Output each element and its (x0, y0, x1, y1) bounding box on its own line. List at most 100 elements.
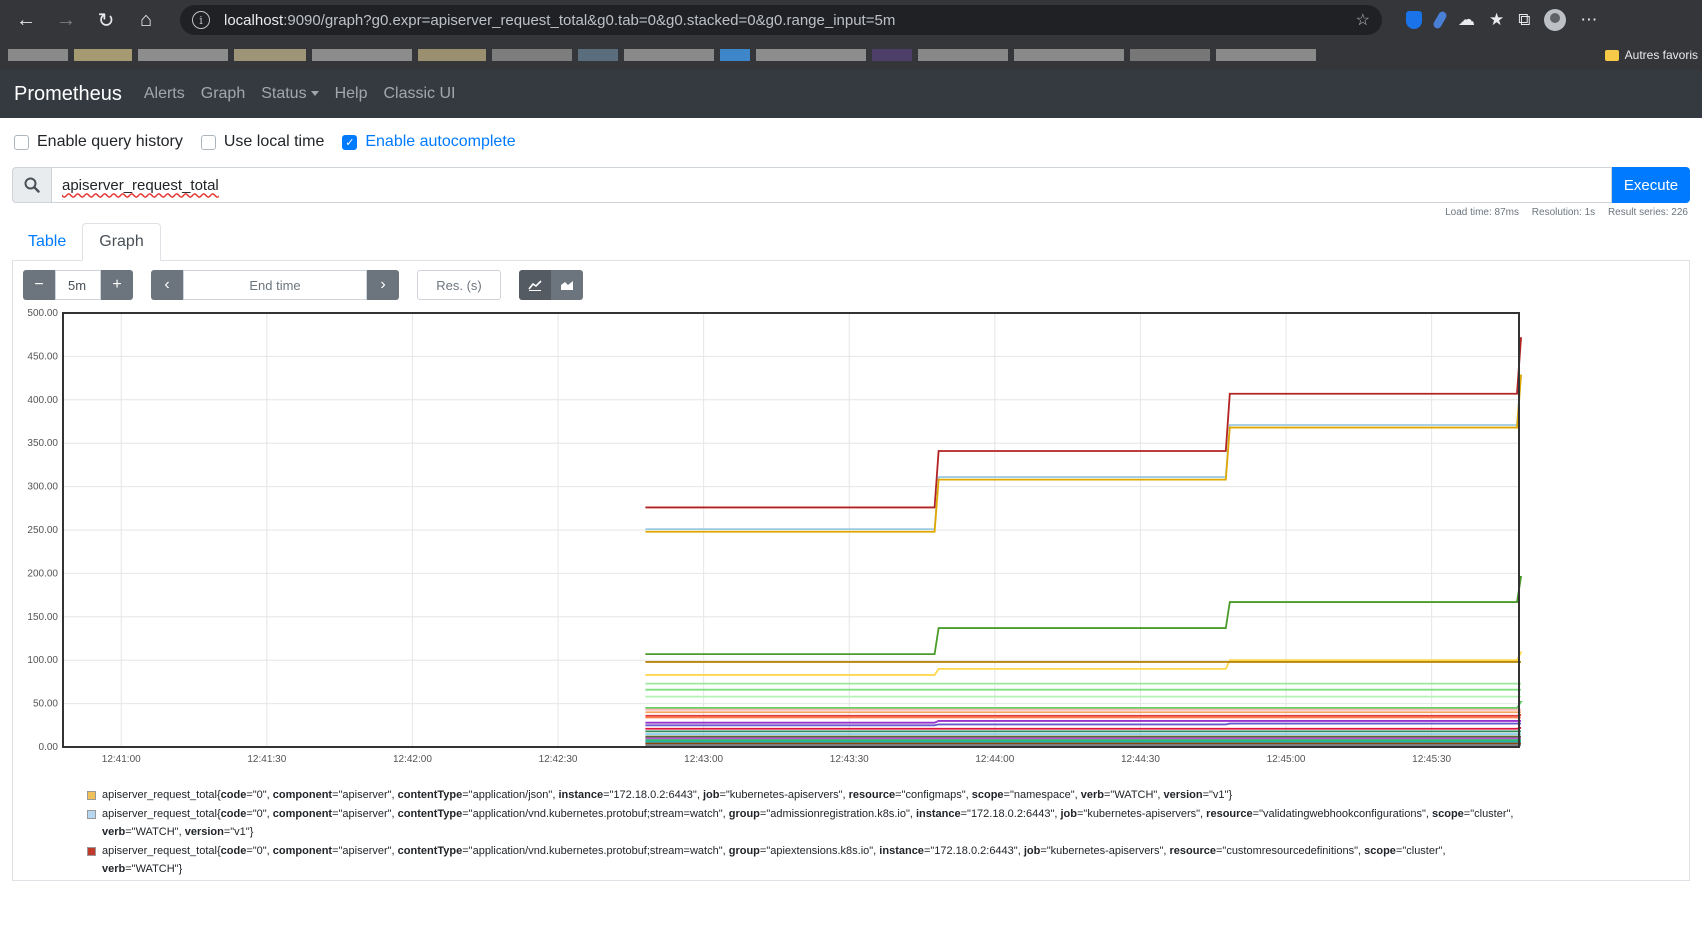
nav-graph[interactable]: Graph (201, 85, 245, 103)
legend-swatch (87, 791, 96, 800)
tab-graph[interactable]: Graph (82, 223, 161, 261)
bookmark-blurred[interactable] (312, 49, 412, 61)
search-icon (12, 167, 51, 203)
collections-icon[interactable]: ⧉ (1518, 10, 1530, 30)
graph-controls: − 5m + ‹ End time › Res. (s) (23, 270, 583, 300)
y-tick-label: 100.00 (27, 655, 58, 666)
x-tick-label: 12:41:00 (102, 754, 141, 765)
query-stats: Load time: 87ms Resolution: 1s Result se… (0, 207, 1702, 223)
back-icon[interactable]: ← (8, 4, 44, 36)
x-tick-label: 12:42:00 (393, 754, 432, 765)
query-options: Enable query history Use local time ✓ En… (0, 118, 1702, 166)
x-tick-label: 12:43:00 (684, 754, 723, 765)
graph-panel: − 5m + ‹ End time › Res. (s) 0.00 50.00 10… (12, 261, 1690, 881)
bookmark-blurred[interactable] (418, 49, 486, 61)
x-tick-label: 12:43:30 (830, 754, 869, 765)
resolution: Resolution: 1s (1531, 207, 1596, 218)
series-line (645, 713, 1522, 717)
bookmark-blurred[interactable] (234, 49, 306, 61)
brand-link[interactable]: Prometheus (14, 83, 122, 106)
autocomplete-option[interactable]: ✓ Enable autocomplete (342, 133, 516, 151)
legend-item[interactable]: apiserver_request_total{code="0", compon… (87, 805, 1527, 841)
bookmark-blurred[interactable] (918, 49, 1008, 61)
legend-item[interactable]: apiserver_request_total{code="0", compon… (87, 786, 1527, 804)
resolution-input[interactable]: Res. (s) (417, 270, 501, 300)
favorite-star-icon[interactable]: ☆ (1356, 10, 1370, 30)
bookmark-blurred[interactable] (492, 49, 572, 61)
bookmarks-bar: Autres favoris (0, 40, 1702, 70)
other-bookmarks[interactable]: Autres favoris (1598, 40, 1702, 70)
bookmark-blurred[interactable] (578, 49, 618, 61)
bookmark-blurred[interactable] (74, 49, 132, 61)
time-series-chart[interactable]: 0.00 50.00 100.00 150.00 200.00 250.00 300.00 3… (13, 305, 1549, 775)
y-tick-label: 500.00 (27, 308, 58, 319)
nav-help[interactable]: Help (335, 85, 368, 103)
end-time-input[interactable]: End time (183, 270, 367, 300)
later-button[interactable]: › (367, 270, 399, 300)
query-history-option[interactable]: Enable query history (14, 133, 183, 151)
series-line (645, 727, 1522, 730)
decrease-range-button[interactable]: − (23, 270, 55, 300)
favorites-icon[interactable]: ★ (1489, 10, 1504, 30)
bookmark-blurred[interactable] (872, 49, 912, 61)
series-line (645, 374, 1522, 531)
nav-alerts[interactable]: Alerts (144, 85, 185, 103)
x-tick-label: 12:45:30 (1412, 754, 1451, 765)
series-line (645, 575, 1523, 656)
x-tick-label: 12:44:00 (975, 754, 1014, 765)
series-line (645, 720, 1521, 724)
earlier-button[interactable]: ‹ (151, 270, 183, 300)
bookmark-blurred[interactable] (8, 49, 68, 61)
y-tick-label: 350.00 (27, 438, 58, 449)
autocomplete-checkbox[interactable]: ✓ (342, 134, 358, 150)
site-info-icon[interactable]: i (192, 11, 210, 29)
bookmark-blurred[interactable] (1130, 49, 1210, 61)
url-host: localhost (224, 11, 284, 29)
increase-range-button[interactable]: + (101, 270, 133, 300)
prometheus-navbar: Prometheus Alerts Graph Status Help Clas… (0, 70, 1702, 118)
bookmark-blurred[interactable] (624, 49, 714, 61)
forward-icon[interactable]: → (48, 4, 84, 36)
legend-item[interactable]: apiserver_request_total{code="0", compon… (87, 842, 1527, 878)
reload-icon[interactable]: ↻ (88, 4, 124, 36)
series-line (645, 651, 1523, 676)
home-icon[interactable]: ⌂ (128, 4, 164, 36)
cloud-extension-icon[interactable]: ☁ (1458, 10, 1475, 30)
address-bar[interactable]: i localhost :9090/graph?g0.expr=apiserve… (180, 5, 1382, 35)
legend-series-label: apiserver_request_total{code="0", compon… (102, 808, 1514, 838)
query-bar: apiserver_request_total Execute (12, 167, 1690, 203)
x-tick-label: 12:45:00 (1267, 754, 1306, 765)
local-time-label: Use local time (223, 133, 325, 150)
nav-classic-ui[interactable]: Classic UI (383, 85, 455, 103)
stacked-chart-icon[interactable] (551, 270, 583, 300)
query-history-checkbox[interactable] (14, 134, 29, 150)
caret-down-icon (310, 91, 319, 97)
range-input[interactable]: 5m (55, 270, 101, 300)
bookmark-blurred[interactable] (138, 49, 228, 61)
bookmark-blurred[interactable] (1216, 49, 1316, 61)
url-path: :9090/graph?g0.expr=apiserver_request_to… (283, 11, 896, 29)
graph-legend: apiserver_request_total{code="0", compon… (87, 786, 1527, 879)
bookmark-blurred[interactable] (720, 49, 750, 61)
feather-extension-icon[interactable] (1432, 10, 1448, 30)
execute-button[interactable]: Execute (1612, 167, 1690, 203)
stacking-toggle (519, 270, 583, 300)
y-tick-label: 0.00 (39, 742, 59, 753)
expression-input[interactable]: apiserver_request_total (51, 167, 1612, 203)
bookmark-blurred[interactable] (1014, 49, 1124, 61)
y-tick-label: 400.00 (27, 395, 58, 406)
nav-status-dropdown[interactable]: Status (261, 85, 319, 103)
profile-avatar[interactable] (1544, 9, 1567, 31)
bookmark-blurred[interactable] (756, 49, 866, 61)
browser-toolbar: ← → ↻ ⌂ i localhost :9090/graph?g0.expr=… (0, 0, 1702, 40)
tab-table[interactable]: Table (12, 223, 82, 260)
more-menu-icon[interactable]: ⋯ (1580, 10, 1597, 30)
local-time-checkbox[interactable] (200, 134, 216, 150)
y-tick-label: 300.00 (27, 482, 58, 493)
line-chart-icon[interactable] (519, 270, 551, 300)
local-time-option[interactable]: Use local time (200, 133, 325, 151)
bitwarden-extension-icon[interactable] (1406, 11, 1422, 29)
other-bookmarks-label: Autres favoris (1624, 48, 1698, 62)
y-tick-label: 50.00 (33, 699, 58, 710)
autocomplete-label: Enable autocomplete (365, 133, 516, 150)
